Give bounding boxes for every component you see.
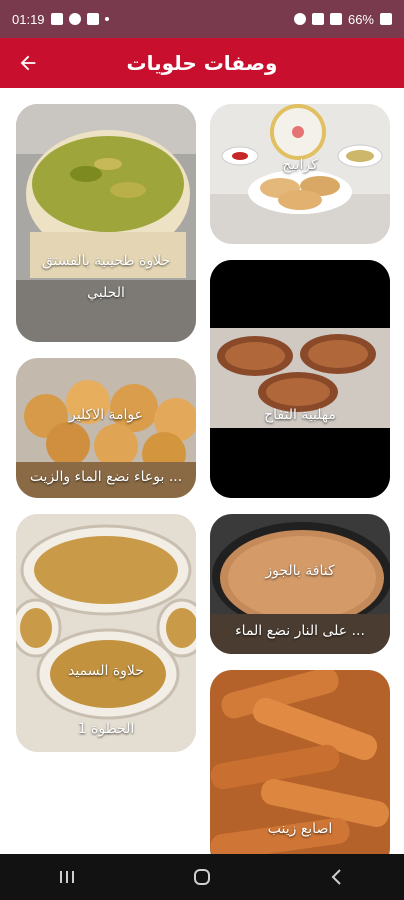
page-title: وصفات حلويات — [126, 51, 278, 75]
recipe-card[interactable]: اصابع زينب — [210, 670, 390, 854]
recipe-grid[interactable]: كرابيج مهلبية التفاح كنافة بالجوز على ال… — [0, 88, 404, 854]
home-icon — [193, 869, 210, 885]
battery-level: 66% — [347, 11, 374, 27]
recipe-title: كنافة بالجوز — [265, 563, 335, 579]
recipe-subtitle: الخطوة 1 — [77, 721, 135, 737]
recipe-title: مهلبية التفاح — [264, 407, 336, 423]
recents-button[interactable] — [37, 859, 97, 895]
recipe-card[interactable]: حلاوة السميد الخطوة 1 — [16, 514, 196, 752]
recipe-photo — [210, 260, 390, 498]
recipe-title: حلاوة طحينية بالفستق — [41, 253, 171, 269]
gallery-icon — [50, 13, 63, 25]
recipe-subtitle: على النار نضع الماء ... — [235, 623, 365, 639]
app-bar: وصفات حلويات — [0, 38, 404, 88]
back-nav-icon — [331, 869, 341, 885]
notification-dot-icon — [104, 17, 109, 21]
recipe-card[interactable]: عوامة الاكلير بوعاء نضع الماء والزيت ... — [16, 358, 196, 498]
chat-icon — [68, 13, 81, 25]
home-button[interactable] — [172, 859, 232, 895]
status-bar: 01:19 66% — [0, 0, 404, 38]
alarm-icon — [293, 13, 306, 25]
recipe-card[interactable]: مهلبية التفاح — [210, 260, 390, 498]
recipe-photo — [16, 514, 196, 752]
recents-icon — [60, 871, 75, 883]
youtube-icon — [86, 13, 99, 25]
battery-icon — [380, 13, 392, 25]
status-right: 66% — [293, 11, 392, 27]
recipe-card[interactable]: كرابيج — [210, 104, 390, 244]
recipe-subtitle: الحلبي — [87, 285, 125, 301]
status-time: 01:19 — [12, 11, 45, 27]
back-button[interactable] — [12, 47, 44, 79]
status-left: 01:19 — [12, 12, 109, 27]
recipe-title: عوامة الاكلير — [68, 407, 144, 423]
wifi-icon — [311, 13, 324, 25]
arrow-left-icon — [20, 55, 36, 71]
recipe-title: اصابع زينب — [267, 821, 333, 837]
recipe-title: حلاوة السميد — [68, 663, 144, 679]
recipe-card[interactable]: كنافة بالجوز على النار نضع الماء ... — [210, 514, 390, 654]
recipe-subtitle: بوعاء نضع الماء والزيت ... — [29, 469, 183, 485]
recipe-title: كرابيج — [282, 157, 318, 173]
system-navigation-bar — [0, 854, 404, 900]
recipe-card[interactable]: حلاوة طحينية بالفستق الحلبي — [16, 104, 196, 342]
recipe-photo — [16, 104, 196, 342]
signal-icon — [329, 13, 342, 25]
system-back-button[interactable] — [307, 859, 367, 895]
